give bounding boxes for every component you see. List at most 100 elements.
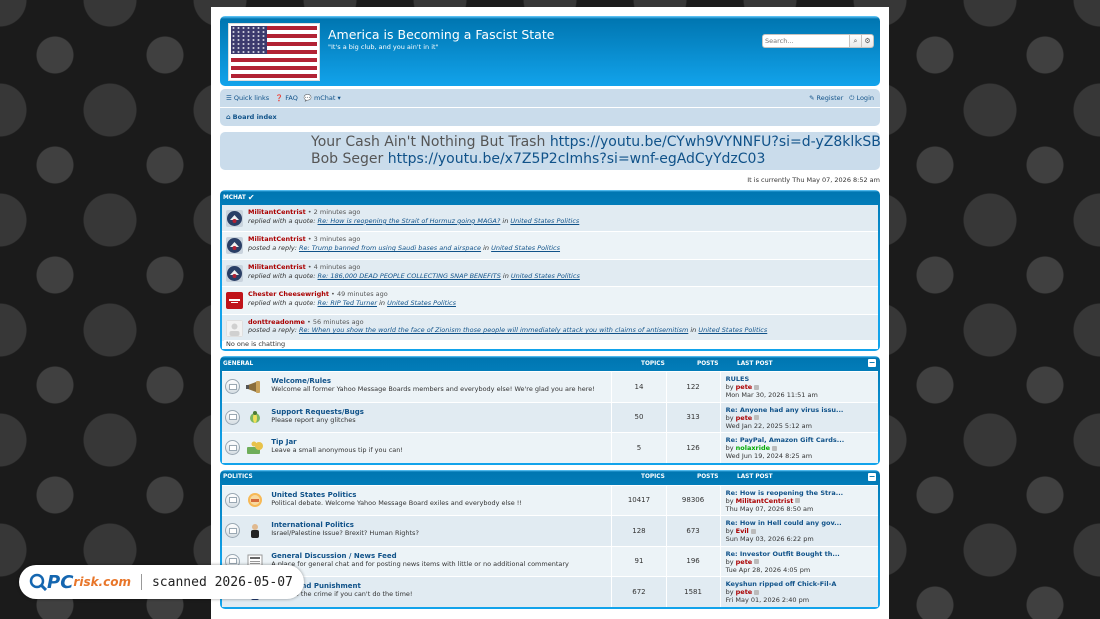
advanced-search-button[interactable]: ⚙	[862, 34, 874, 48]
last-post-title-link[interactable]: RULES	[726, 375, 878, 383]
mchat-username[interactable]: donttreadonme	[248, 318, 305, 326]
announcement-link-2[interactable]: https://youtu.be/x7Z5P2cImhs?si=wnf-egAd…	[388, 151, 766, 167]
forum-title-link[interactable]: International Politics	[271, 521, 611, 529]
last-post-author-link[interactable]: pete	[736, 414, 753, 422]
last-post-title-link[interactable]: Re: How is reopening the Stra...	[726, 489, 878, 497]
announcement-link-1[interactable]: https://youtu.be/CYwh9VYNNFU?si=d-yZ8klk…	[550, 134, 880, 150]
forum-topics-count: 672	[612, 577, 667, 607]
login-link[interactable]: ⏻ Login	[849, 94, 874, 103]
mchat-message: donttreadonme • 56 minutes ago posted a r…	[222, 314, 878, 341]
forum-title-link[interactable]: United States Politics	[271, 491, 611, 499]
category-title[interactable]: POLITICS	[223, 474, 253, 480]
last-post-date: Tue Apr 28, 2026 4:05 pm	[725, 565, 811, 574]
site-logo[interactable]	[228, 23, 320, 81]
forum-title-link[interactable]: Crime and Punishment	[271, 582, 611, 590]
last-post-title-link[interactable]: Re: Anyone had any virus issu...	[726, 406, 878, 414]
mchat-forum-link[interactable]: United States Politics	[698, 326, 767, 334]
mchat-forum-link[interactable]: United States Politics	[387, 299, 456, 307]
forum-image-icon	[244, 372, 268, 402]
mchat-username[interactable]: MilitantCentrist	[248, 235, 306, 243]
last-post-author-link[interactable]: pete	[736, 558, 753, 566]
forum-title-link[interactable]: Welcome/Rules	[271, 377, 611, 385]
register-link[interactable]: ✎ Register	[809, 94, 843, 102]
forum-posts-count: 673	[667, 516, 721, 546]
last-post-title-link[interactable]: Keyshun ripped off Chick-Fil-A	[726, 580, 878, 588]
view-latest-post-icon[interactable]	[750, 528, 756, 534]
forum-read-icon	[222, 486, 244, 516]
chat-icon: 💬	[303, 94, 312, 102]
last-post-author-link[interactable]: nolaxride	[736, 444, 770, 452]
avatar[interactable]	[226, 264, 243, 282]
forum-topics-count: 10417	[612, 485, 667, 515]
last-post-author-link[interactable]: pete	[736, 588, 753, 596]
view-latest-post-icon[interactable]	[754, 415, 760, 420]
breadcrumb-board-index[interactable]: ⌂ Board index	[226, 113, 277, 121]
quick-links-menu[interactable]: ☰ Quick links	[226, 94, 269, 102]
forum-description: Don't do the crime if you can't do the t…	[271, 590, 413, 598]
collapse-icon[interactable]: −	[868, 472, 876, 481]
mchat-topic-link[interactable]: Re: RIP Ted Turner	[318, 299, 377, 307]
view-latest-post-icon[interactable]	[795, 498, 801, 503]
view-latest-post-icon[interactable]	[754, 589, 760, 595]
mchat-username[interactable]: Chester Cheesewright	[248, 290, 329, 298]
last-post-title-link[interactable]: Re: Investor Outfit Bought th...	[726, 550, 878, 558]
forum-posts-count: 313	[667, 402, 721, 432]
avatar[interactable]	[226, 237, 243, 255]
mchat-topic-link[interactable]: Re: How is reopening the Strait of Hormu…	[318, 217, 501, 225]
mchat-list[interactable]: MilitantCentrist • 2 minutes ago replied …	[222, 205, 878, 341]
forum-title-link[interactable]: General Discussion / News Feed	[271, 552, 611, 560]
mchat-message: Chester Cheesewright • 49 minutes ago rep…	[222, 287, 878, 315]
view-latest-post-icon[interactable]	[754, 384, 760, 390]
mchat-time: • 3 minutes ago	[305, 235, 361, 244]
mchat-topic-link[interactable]: Re: Trump banned from using Saudi bases …	[299, 244, 481, 252]
forum-image-icon	[244, 433, 268, 463]
forum-description: Leave a small anonymous tip if you can!	[271, 446, 403, 454]
us-flag-icon	[231, 26, 317, 78]
last-post-author-link[interactable]: pete	[736, 383, 753, 391]
mchat-username[interactable]: MilitantCentrist	[248, 263, 306, 271]
search-button[interactable]: ⌕	[850, 34, 862, 48]
last-post-date: Fri May 01, 2026 2:40 pm	[725, 596, 810, 604]
caret-down-icon: ▾	[337, 94, 341, 102]
last-post-date: Wed Jun 19, 2024 8:25 am	[725, 452, 813, 460]
col-last-post: LAST POST	[737, 360, 773, 367]
avatar[interactable]	[226, 319, 243, 337]
mchat-username[interactable]: MilitantCentrist	[248, 208, 306, 216]
mchat-forum-link[interactable]: United States Politics	[510, 217, 579, 225]
faq-link[interactable]: ❓ FAQ	[275, 94, 298, 102]
last-post-title-link[interactable]: Re: PayPal, Amazon Gift Cards...	[726, 436, 878, 444]
forum-image-icon	[244, 486, 268, 516]
forum-description: Israel/Palestine Issue? Brexit? Human Ri…	[271, 529, 419, 537]
mchat-menu[interactable]: 💬 mChat ▾	[304, 94, 341, 102]
forum-title-link[interactable]: Support Requests/Bugs	[271, 408, 611, 416]
site-description: "It's a big club, and you ain't in it"	[328, 43, 439, 51]
mchat-forum-link[interactable]: United States Politics	[511, 272, 580, 280]
forum-last-post: Re: PayPal, Amazon Gift Cards... by nolax…	[721, 433, 878, 463]
site-title: America is Becoming a Fascist State	[328, 27, 555, 42]
mchat-topic-link[interactable]: Re: 186,000 DEAD PEOPLE COLLECTING SNAP …	[318, 272, 501, 280]
home-icon: ⌂	[226, 113, 231, 121]
category-title[interactable]: GENERAL	[223, 361, 253, 367]
mchat-forum-link[interactable]: United States Politics	[491, 244, 560, 252]
last-post-date: Mon Mar 30, 2026 11:51 am	[725, 391, 818, 399]
last-post-author-link[interactable]: MilitantCentrist	[736, 497, 794, 505]
view-latest-post-icon[interactable]	[754, 559, 760, 564]
gear-icon: ⚙	[864, 37, 871, 45]
search-input[interactable]	[762, 34, 850, 48]
forum-topics-count: 14	[612, 372, 667, 402]
forum-topics-count: 5	[612, 433, 667, 463]
avatar[interactable]	[226, 210, 243, 227]
forum-row: Support Requests/Bugs Please report any g…	[222, 401, 878, 432]
last-post-date: Thu May 07, 2026 8:50 am	[725, 504, 814, 513]
forum-row: International Politics Israel/Palestine I…	[222, 515, 878, 546]
last-post-author-link[interactable]: Evil	[736, 527, 749, 535]
forum-description: Please report any glitches	[271, 415, 356, 424]
last-post-title-link[interactable]: Re: How in Hell could any gov...	[726, 519, 878, 527]
forum-title-link[interactable]: Tip Jar	[271, 438, 611, 446]
collapse-icon[interactable]: −	[868, 359, 876, 367]
forum-topics-count: 50	[612, 402, 667, 432]
forum-description: Welcome all former Yahoo Message Boards …	[271, 385, 595, 393]
view-latest-post-icon[interactable]	[772, 445, 778, 451]
mchat-topic-link[interactable]: Re: When you show the world the face of …	[299, 326, 688, 334]
avatar[interactable]	[226, 292, 243, 310]
